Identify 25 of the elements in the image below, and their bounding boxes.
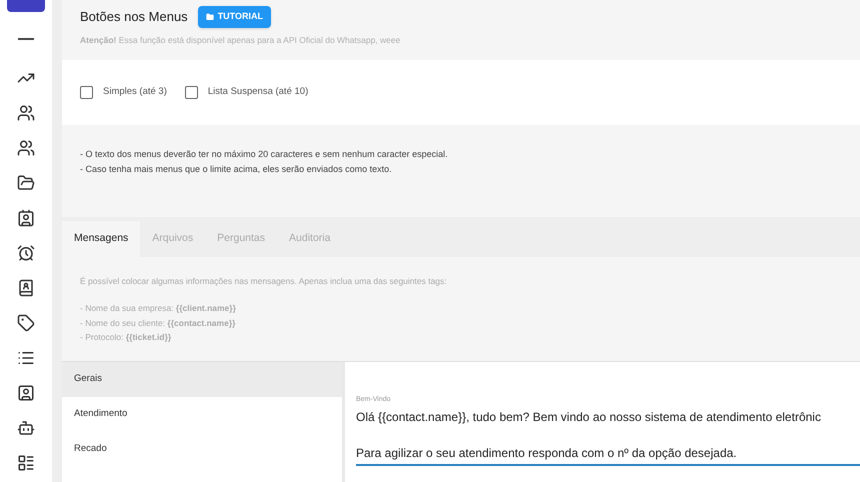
- layout-list-icon[interactable]: [17, 453, 35, 473]
- checkbox-label: Simples (até 3): [103, 85, 167, 100]
- rule-text: - O texto dos menus deverão ter no máximo 20 caracteres e sem nenhum caracter especial.: [80, 148, 449, 161]
- users-icon[interactable]: [17, 138, 35, 158]
- notice-text: Atenção! Essa função está disponível apenas para a API Oficial do Whatsapp, weee: [80, 34, 402, 47]
- info-text: É possível colocar algumas informações nas mensagens. Apenas inclua uma das seguintes tags:: [80, 275, 448, 288]
- contact-card-icon[interactable]: [17, 208, 35, 228]
- message-field[interactable]: Olá {{contact.name}}, tudo bem? Bem vindo ao nosso sistema de atendimento eletrônic Para agilizar o seu atendimento responda com o nº da opção desejada.: [356, 408, 860, 466]
- users-icon[interactable]: [17, 103, 35, 123]
- folder-icon: [206, 13, 214, 21]
- message-type-item[interactable]: Gerais: [62, 362, 342, 397]
- checkbox-label: Lista Suspensa (até 10): [208, 85, 308, 100]
- checkbox[interactable]: [184, 86, 198, 99]
- contacts-book-icon[interactable]: [17, 278, 35, 298]
- tag-icon[interactable]: [17, 313, 35, 333]
- rule-text: - Caso tenha mais menus que o limite acima, eles serão enviados como texto.: [80, 162, 393, 176]
- alarm-clock-icon[interactable]: [17, 243, 35, 263]
- tab[interactable]: Mensagens: [62, 221, 140, 257]
- logo: [7, 0, 45, 12]
- tag-text: - Nome do seu cliente: {{contact.name}}: [80, 316, 236, 330]
- checkbox[interactable]: [80, 86, 93, 99]
- tag-text: - Protocolo: {{ticket.id}}: [80, 331, 172, 344]
- user-badge-icon[interactable]: [17, 383, 35, 403]
- section-title: Botões nos Menus: [80, 8, 188, 26]
- tag-text: - Nome da sua empresa: {{client.name}}: [80, 302, 237, 314]
